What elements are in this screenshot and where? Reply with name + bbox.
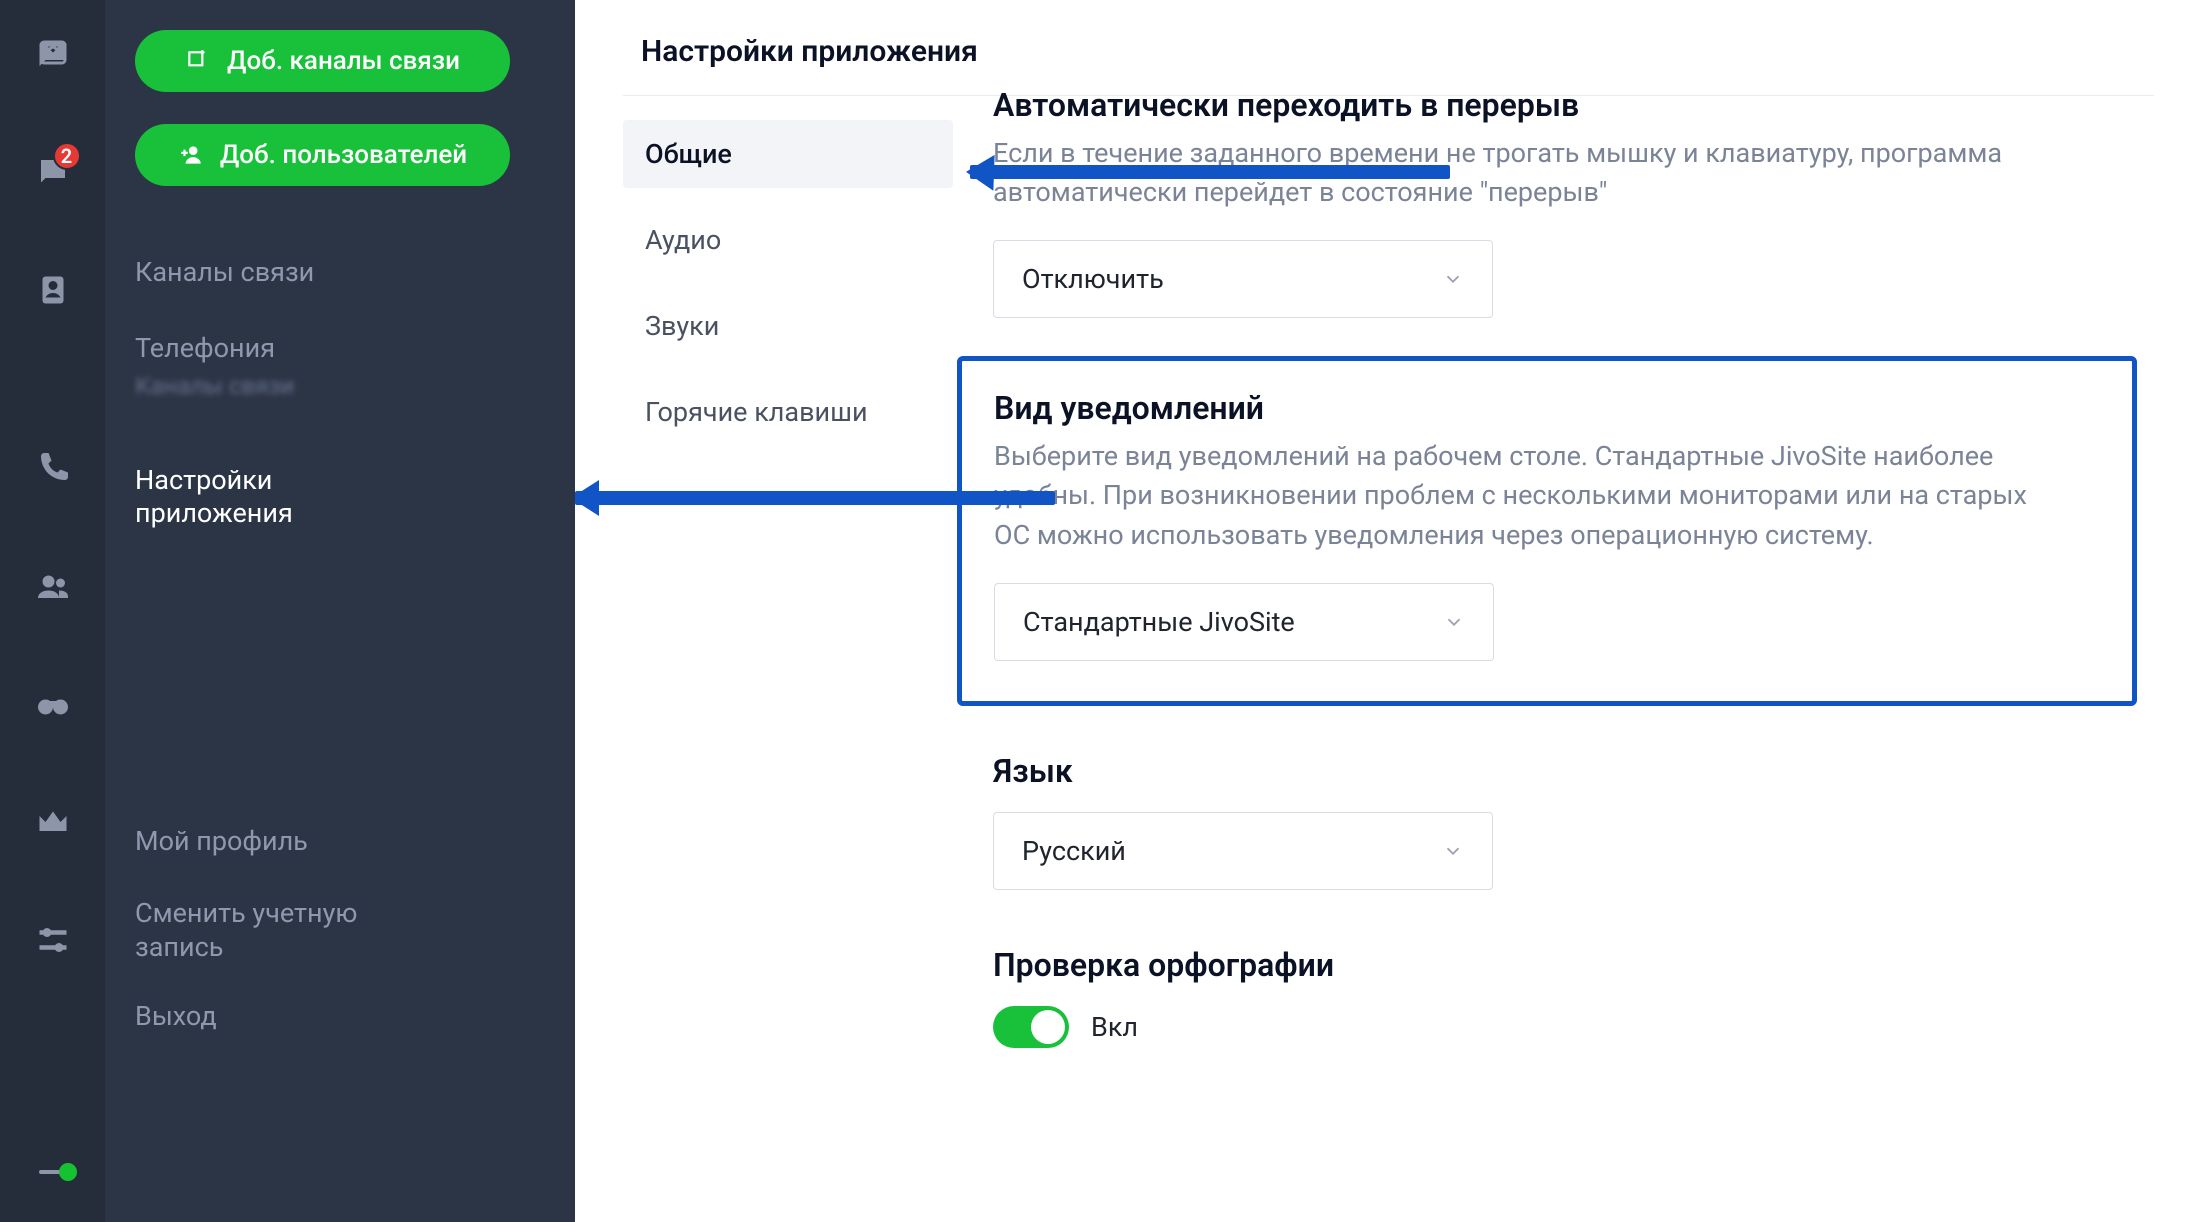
spellcheck-state: Вкл xyxy=(1091,1011,1138,1043)
add-channel-icon xyxy=(185,48,211,74)
sidebar: Доб. каналы связи Доб. пользователей Кан… xyxy=(105,0,575,1222)
notifications-title: Вид уведомлений xyxy=(994,389,2100,427)
sidebar-item-channels[interactable]: Каналы связи xyxy=(135,244,545,302)
spellcheck-title: Проверка орфографии xyxy=(993,946,2113,984)
sidebar-item-profile[interactable]: Мой профиль xyxy=(135,813,545,871)
tab-general[interactable]: Общие xyxy=(623,120,953,188)
team-icon xyxy=(35,568,71,604)
page-title: Настройки приложения xyxy=(641,34,2154,69)
tab-hotkeys[interactable]: Горячие клавиши xyxy=(623,378,953,446)
settings-content: Автоматически переходить в перерыв Если … xyxy=(953,96,2113,1048)
rail-chats[interactable]: 2 xyxy=(29,148,77,196)
inbox-icon xyxy=(35,36,71,72)
notifications-select[interactable]: Стандартные JivoSite xyxy=(994,583,1494,661)
chevron-down-icon xyxy=(1442,840,1464,862)
add-channels-label: Доб. каналы связи xyxy=(227,46,460,76)
crown-icon xyxy=(35,804,71,840)
main: Настройки приложения Общие Аудио Звуки Г… xyxy=(575,0,2204,1222)
sidebar-item-telephony[interactable]: Телефония xyxy=(135,320,545,378)
notifications-select-value: Стандартные JivoSite xyxy=(1023,606,1295,638)
rail-team[interactable] xyxy=(29,562,77,610)
language-select-value: Русский xyxy=(1022,835,1126,867)
spellcheck-toggle[interactable] xyxy=(993,1006,1069,1048)
rail-phone[interactable] xyxy=(29,444,77,492)
sidebar-item-logout[interactable]: Выход xyxy=(135,988,545,1046)
sidebar-list: Каналы связи Телефония Каналы связи Наст… xyxy=(135,244,545,1046)
language-select[interactable]: Русский xyxy=(993,812,1493,890)
binoculars-icon xyxy=(35,686,71,722)
tab-audio[interactable]: Аудио xyxy=(623,206,953,274)
annotation-arrow-sidebar xyxy=(575,491,1055,505)
status-indicator-icon xyxy=(39,1170,67,1174)
phone-icon xyxy=(35,450,71,486)
rail-watch[interactable] xyxy=(29,680,77,728)
rail-premium[interactable] xyxy=(29,798,77,846)
auto-break-title: Автоматически переходить в перерыв xyxy=(993,86,2113,124)
rail-status[interactable] xyxy=(29,1148,77,1196)
add-channels-button[interactable]: Доб. каналы связи xyxy=(135,30,510,92)
notifications-desc: Выберите вид уведомлений на рабочем стол… xyxy=(994,437,2054,554)
annotation-arrow-tab xyxy=(970,165,1450,179)
rail-inbox[interactable] xyxy=(29,30,77,78)
contact-icon xyxy=(35,272,71,308)
tab-sounds[interactable]: Звуки xyxy=(623,292,953,360)
add-users-label: Доб. пользователей xyxy=(220,140,467,170)
chat-badge: 2 xyxy=(53,142,81,170)
settings-tabs: Общие Аудио Звуки Горячие клавиши xyxy=(623,96,953,1048)
nav-rail: 2 xyxy=(0,0,105,1222)
add-user-icon xyxy=(178,142,204,168)
add-users-button[interactable]: Доб. пользователей xyxy=(135,124,510,186)
language-title: Язык xyxy=(993,752,2113,790)
sidebar-item-app-settings[interactable]: Настройки приложения xyxy=(135,452,355,544)
rail-contacts[interactable] xyxy=(29,266,77,314)
auto-break-select[interactable]: Отключить xyxy=(993,240,1493,318)
rail-settings[interactable] xyxy=(29,916,77,964)
auto-break-select-value: Отключить xyxy=(1022,263,1164,295)
chevron-down-icon xyxy=(1443,611,1465,633)
sliders-icon xyxy=(35,922,71,958)
sidebar-item-switch-account[interactable]: Сменить учетную запись xyxy=(135,885,395,977)
chevron-down-icon xyxy=(1442,268,1464,290)
notifications-section: Вид уведомлений Выберите вид уведомлений… xyxy=(957,356,2137,705)
sidebar-item-telephony-sub: Каналы связи xyxy=(135,372,545,400)
